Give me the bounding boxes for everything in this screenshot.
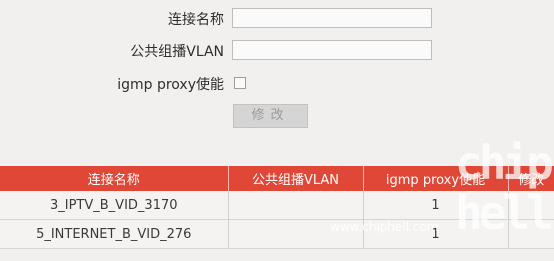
cell-igmp-proxy: 1	[363, 191, 509, 220]
table-row[interactable]: 5_INTERNET_B_VID_276 1	[0, 219, 554, 249]
multicast-vlan-input[interactable]	[232, 40, 432, 60]
multicast-vlan-label: 公共组播VLAN	[130, 44, 224, 60]
cell-multicast-vlan	[228, 191, 364, 220]
cell-modify[interactable]	[508, 219, 554, 249]
cell-connection-name: 3_IPTV_B_VID_3170	[0, 191, 229, 220]
connection-name-input[interactable]	[232, 8, 432, 28]
connection-table: 连接名称 公共组播VLAN igmp proxy使能 修改 3_IPTV_B_V…	[0, 166, 554, 249]
header-multicast-vlan: 公共组播VLAN	[228, 166, 364, 191]
modify-button[interactable]: 修改	[233, 104, 308, 128]
table-header-row: 连接名称 公共组播VLAN igmp proxy使能 修改	[0, 166, 554, 191]
igmp-proxy-checkbox[interactable]	[234, 77, 246, 89]
connection-name-label: 连接名称	[168, 12, 224, 28]
cell-igmp-proxy: 1	[363, 219, 509, 249]
igmp-proxy-label: igmp proxy使能	[117, 77, 224, 93]
table-row[interactable]: 3_IPTV_B_VID_3170 1	[0, 191, 554, 220]
header-igmp-proxy: igmp proxy使能	[363, 166, 509, 191]
header-connection-name: 连接名称	[0, 166, 229, 191]
header-modify: 修改	[508, 166, 554, 191]
cell-connection-name: 5_INTERNET_B_VID_276	[0, 219, 229, 249]
cell-multicast-vlan	[228, 219, 364, 249]
cell-modify[interactable]	[508, 191, 554, 220]
